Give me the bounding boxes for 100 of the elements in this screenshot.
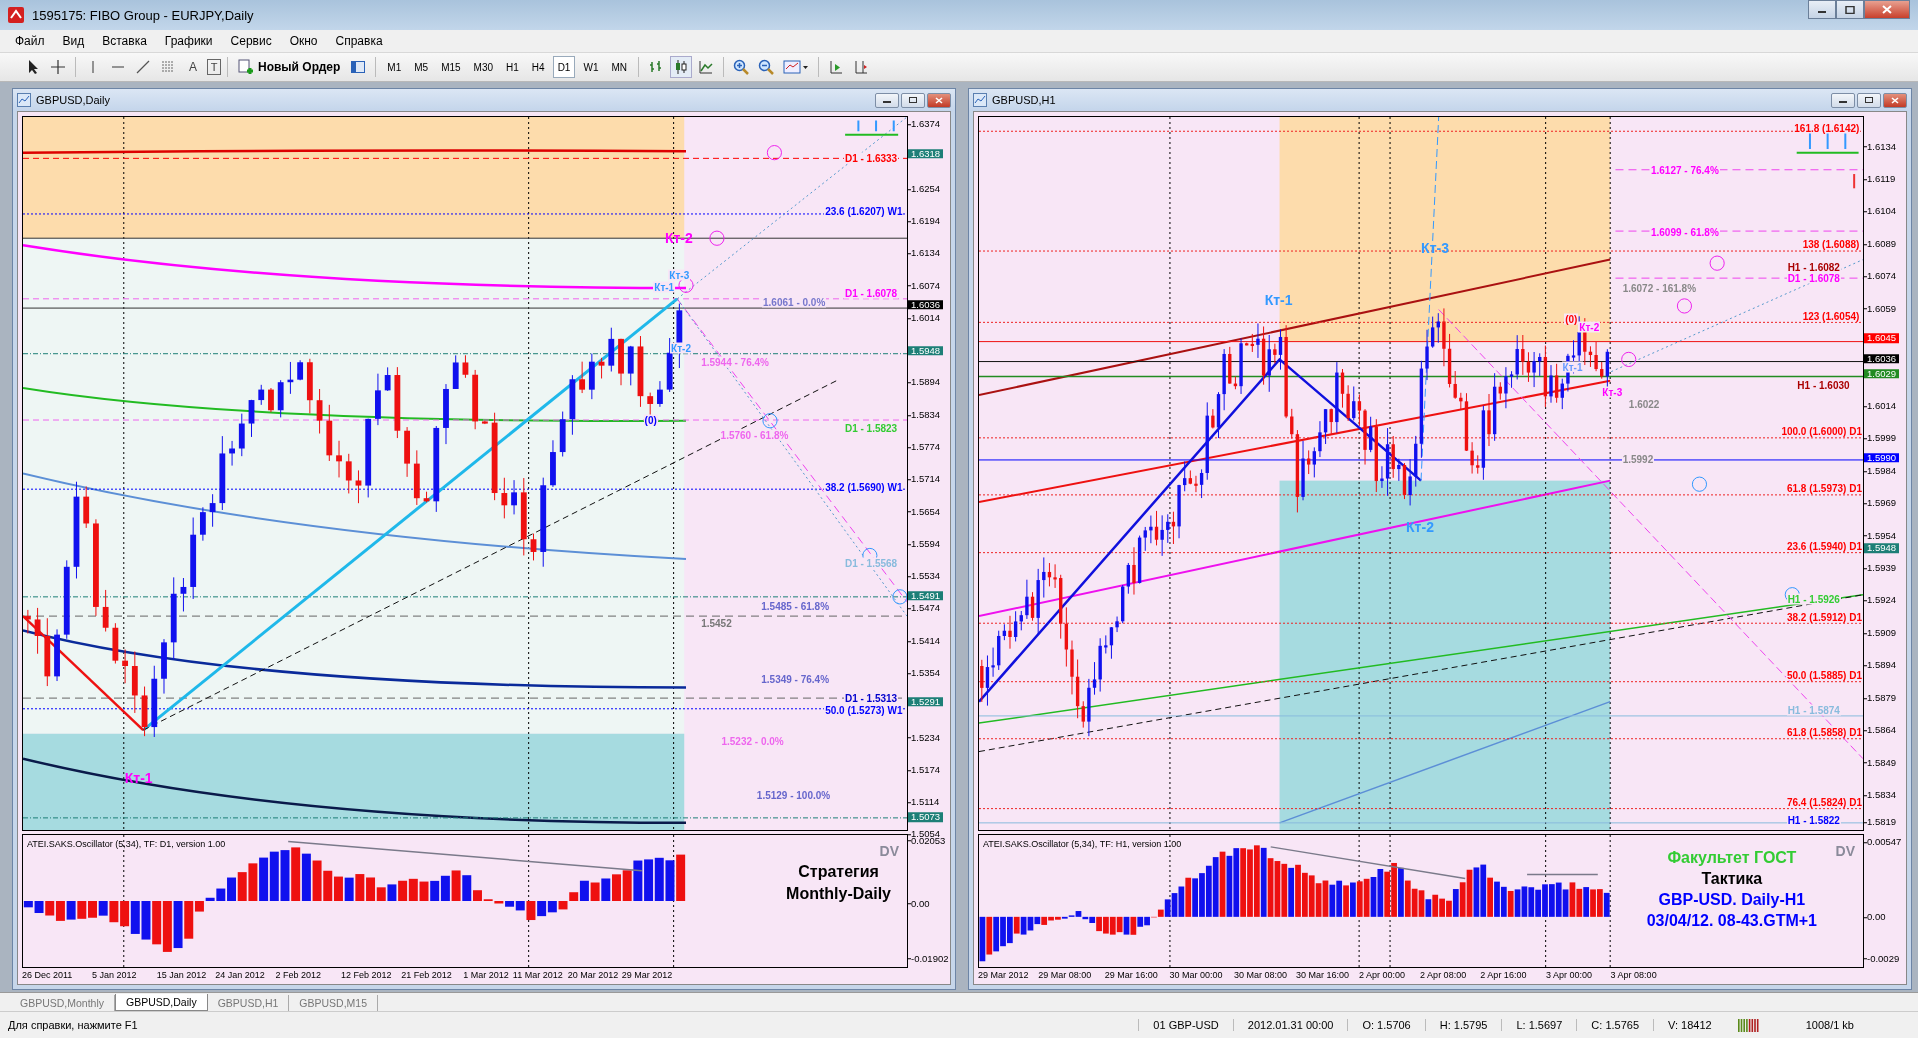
indicator-label: DV [1835,843,1855,859]
indicator-title: ATEI.SAKS.Oscillator (5,34), TF: H1, version 1.00 [983,839,1182,849]
new-order-icon [238,59,254,75]
chart-window-icon [973,93,987,107]
status-field: 01 GBP-USD [1138,1019,1233,1031]
circle-marker [762,413,778,429]
price-axis-label: 1.5354 [911,668,941,678]
close-button[interactable] [1883,92,1907,108]
timeframe-button[interactable]: M5 [409,56,434,78]
level-label: 38.2 (1.5690) W1 [824,481,904,493]
time-axis-label: 29 Mar 2012 [621,970,673,980]
close-button[interactable] [1864,0,1910,19]
indicator-label: DV [879,843,899,859]
minimize-button[interactable] [1808,0,1836,19]
timeframe-button[interactable]: W1 [578,56,604,78]
text-tool-button[interactable]: T [207,59,221,75]
oscillator-axis-label: -0.0029 [1867,953,1900,964]
time-axis-label: 1 Mar 2012 [463,970,509,980]
price-axis-label: 1.6014 [911,313,941,323]
level-label: 1.6099 - 61.8% [1649,226,1720,238]
traffic-counter: 1008/1 kb [1804,1019,1855,1031]
timeframe-button[interactable]: D1 [552,56,576,78]
menu-item[interactable]: Сервис [221,32,281,50]
level-label: 23.6 (1.6207) W1 [824,205,904,217]
price-axis-label: 1.5894 [1867,660,1897,671]
oscillator-axis-label: 0.00 [911,898,930,909]
timeframe-button[interactable]: M1 [382,56,407,78]
price-axis-label: 1.5894 [911,377,941,388]
maximize-button[interactable] [901,92,925,108]
timeframe-button[interactable]: H4 [526,56,550,78]
close-button[interactable] [927,92,951,108]
price-axis-label: 1.5984 [1867,466,1897,476]
menu-item[interactable]: Справка [326,32,392,50]
time-axis-label: 30 Mar 08:00 [1234,970,1288,980]
price-axis-label: 1.6059 [1867,303,1897,314]
menu-item[interactable]: Окно [280,32,327,50]
time-axis-label: 12 Feb 2012 [340,970,392,980]
price-axis-label: 1.5534 [911,571,941,581]
level-label: (0) [1564,313,1579,325]
price-tag: 1.5491 [908,591,944,601]
level-label: H1 - 1.5874 [1786,704,1841,716]
maximize-button[interactable] [1836,0,1864,19]
level-label: D1 - 1.6333 [843,152,899,164]
window-title: 1595175: FIBO Group - EURJPY,Daily [32,7,254,23]
level-label: 1.5129 - 100.0% [755,789,832,801]
menu-item[interactable]: Графики [155,32,222,50]
minimize-button[interactable] [1831,92,1855,108]
price-axis-label: 1.5834 [1867,790,1897,800]
menu-item[interactable]: Вид [53,32,94,50]
price-axis-label: 1.5999 [1867,433,1897,444]
level-label: D1 - 1.5313 [843,692,899,704]
price-axis-label: 1.5594 [911,539,941,549]
maximize-button[interactable] [1857,92,1881,108]
level-label: H1 - 1.5926 [1786,593,1841,605]
chart-note: Стратегия [798,863,879,881]
circle-marker [766,145,782,161]
level-label: H1 - 1.6082 [1786,261,1841,273]
indicator-title: ATEI.SAKS.Oscillator (5,34), TF: D1, version 1.00 [27,839,226,849]
price-axis-label: 1.6119 [1867,174,1896,184]
level-label: Кт-2 [1578,321,1601,333]
level-label: 1.5760 - 61.8% [719,429,790,441]
timeframe-button[interactable]: M15 [436,56,466,78]
time-axis-label: 20 Mar 2012 [567,970,619,980]
level-label: 1.6127 - 76.4% [1649,164,1720,176]
menu-item[interactable]: Вставка [93,32,156,50]
price-axis-label: 1.5969 [1867,498,1897,508]
menu-item[interactable]: Файл [6,32,54,50]
circle-marker [1691,476,1708,492]
level-label: D1 - 1.6078 [1786,272,1841,284]
minimize-button[interactable] [875,92,899,108]
chart-tab[interactable]: GBPUSD,Daily [115,994,208,1011]
level-label: D1 - 1.5823 [843,422,899,434]
time-axis-label: 2 Feb 2012 [275,970,321,980]
price-tag: 1.6036 [1864,353,1900,364]
level-label: 61.8 (1.5858) D1 [1785,726,1863,738]
maximize-icon [1845,5,1855,14]
time-axis-label: 29 Mar 16:00 [1104,970,1158,980]
price-axis-label: 1.6374 [911,119,941,129]
candlestick-chart-icon[interactable] [670,56,692,78]
timeframe-button[interactable]: H1 [501,56,524,78]
level-label: 1.6072 - 161.8% [1621,282,1698,294]
wave-label: Кт-1 [1263,293,1294,309]
price-tag: 1.5291 [908,696,944,707]
connection-bars-icon [1737,1018,1760,1032]
time-axis-label: 3 Apr 00:00 [1545,970,1592,980]
level-label: (0) [643,414,658,426]
price-axis-label: 1.5774 [911,442,941,452]
new-order-button[interactable]: Новый Ордер [234,56,345,78]
text-tool-button[interactable]: A [182,56,204,78]
price-axis-label: 1.5819 [1867,817,1897,828]
time-axis-label: 30 Mar 16:00 [1296,970,1350,980]
level-label: D1 - 1.5568 [843,557,899,569]
timeframe-button[interactable]: MN [606,56,632,78]
price-axis-label: 1.6134 [911,248,941,259]
oscillator-axis-label: 0.00 [1867,912,1886,922]
chart-note: Тактика [1701,870,1763,888]
status-field: V: 18412 [1653,1019,1726,1031]
timeframe-button[interactable]: M30 [468,56,499,78]
oscillator-axis-label: 0.00547 [1867,837,1902,847]
time-axis-label: 29 Mar 08:00 [1038,970,1092,980]
